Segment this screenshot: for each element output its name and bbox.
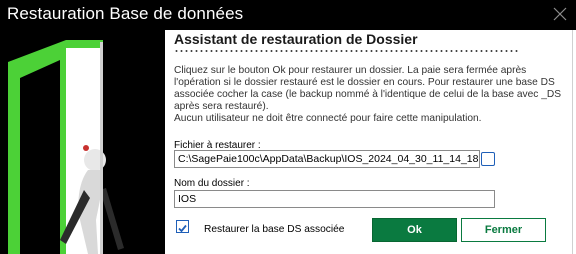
- close-icon[interactable]: [552, 6, 568, 22]
- dotted-separator: [174, 50, 520, 52]
- folder-name-field[interactable]: IOS: [174, 190, 495, 208]
- folder-label: Nom du dossier :: [174, 178, 250, 189]
- wizard-illustration: [0, 30, 165, 254]
- close-button[interactable]: Fermer: [461, 218, 546, 242]
- checkmark-icon: [178, 224, 187, 233]
- dialog-heading: Assistant de restauration de Dossier: [174, 31, 418, 47]
- restore-ds-label: Restaurer la base DS associée: [204, 224, 345, 235]
- ok-button[interactable]: Ok: [372, 218, 457, 242]
- title-bar: Restauration Base de données: [0, 0, 576, 30]
- restore-ds-checkbox[interactable]: [176, 220, 189, 233]
- dialog-content: Assistant de restauration de Dossier Cli…: [165, 30, 576, 254]
- instructions-warning: Aucun utilisateur ne doit être connecté …: [174, 113, 482, 124]
- file-path-field[interactable]: C:\SagePaie100c\AppData\Backup\IOS_2024_…: [174, 150, 480, 168]
- instructions-text: Cliquez sur le bouton Ok pour restaurer …: [174, 65, 568, 125]
- open-door-illustration: [8, 40, 124, 254]
- window-title: Restauration Base de données: [7, 4, 244, 23]
- instructions-paragraph: Cliquez sur le bouton Ok pour restaurer …: [174, 65, 562, 112]
- browse-file-button[interactable]: [481, 152, 495, 166]
